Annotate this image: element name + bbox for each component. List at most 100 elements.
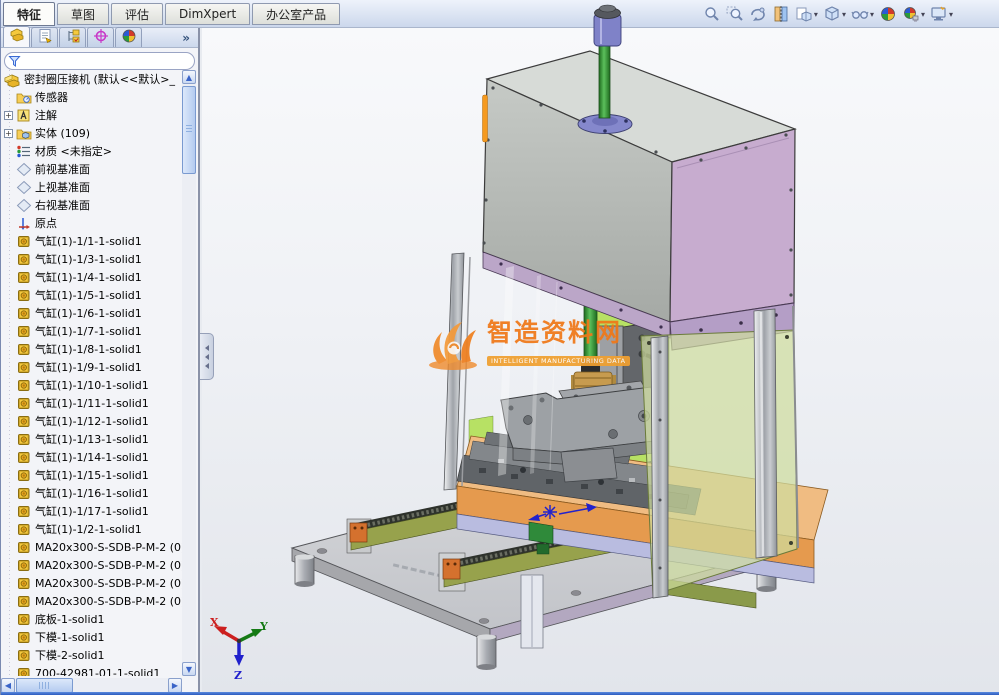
zoom-to-fit-icon[interactable] (702, 3, 722, 25)
scroll-left-button[interactable]: ◀ (1, 678, 15, 693)
tree-item[interactable]: 气缸(1)-1/7-1-solid1 (1, 322, 182, 340)
annotations-icon (16, 108, 32, 123)
hide-show-items-icon[interactable]: ▾ (850, 3, 875, 25)
tree-item-label: 传感器 (35, 89, 68, 105)
vertical-scroll-thumb[interactable] (182, 86, 196, 174)
panel-splitter-handle[interactable] (200, 333, 214, 380)
tree-item[interactable]: 前视基准面 (1, 160, 182, 178)
zoom-to-area-icon[interactable] (725, 3, 745, 25)
tree-item[interactable]: 气缸(1)-1/14-1-solid1 (1, 448, 182, 466)
solid-body-icon (16, 558, 32, 573)
tree-item[interactable]: 气缸(1)-1/13-1-solid1 (1, 430, 182, 448)
tree-item[interactable]: 气缸(1)-1/12-1-solid1 (1, 412, 182, 430)
tree-filter-input[interactable] (4, 52, 195, 70)
expand-toggle[interactable]: + (4, 111, 13, 120)
tree-item[interactable]: 下模-1-solid1 (1, 628, 182, 646)
tree-item[interactable]: MA20x300-S-SDB-P-M-2 (0) (1, 574, 182, 592)
expand-toggle[interactable]: + (4, 129, 13, 138)
feature-manager-panel: » 密封圈压接机 (默认<<默认>_传感器+注解+实体 (109)材质 <未指定… (1, 28, 200, 695)
tree-item[interactable]: 气缸(1)-1/10-1-solid1 (1, 376, 182, 394)
section-view-icon[interactable] (771, 3, 791, 25)
triad-x-label: X (210, 616, 219, 629)
plane-icon (16, 198, 32, 213)
solid-body-icon (16, 522, 32, 537)
display-style-icon[interactable]: ▾ (822, 3, 847, 25)
tree-item-label: 上视基准面 (35, 179, 90, 195)
machine-hood (482, 5, 795, 322)
tree-horizontal-scrollbar[interactable]: ◀ ▶ (1, 678, 182, 693)
apply-scene-icon[interactable] (878, 3, 898, 25)
tree-vertical-scrollbar[interactable]: ▲ ▼ (182, 70, 196, 676)
ribbon-tab-0[interactable]: 特征 (3, 2, 55, 26)
scroll-down-button[interactable]: ▼ (182, 662, 196, 676)
tree-item-label: 气缸(1)-1/15-1-solid1 (35, 467, 149, 483)
ribbon-tab-4[interactable]: 办公室产品 (252, 3, 340, 25)
rotate-view-icon[interactable] (748, 3, 768, 25)
tree-item[interactable]: MA20x300-S-SDB-P-M-2 (0) (1, 538, 182, 556)
dimxpertmanager-tab-tab[interactable] (87, 27, 114, 47)
tree-item[interactable]: 气缸(1)-1/5-1-solid1 (1, 286, 182, 304)
mate-annotation (528, 503, 597, 521)
ribbon-tab-2[interactable]: 评估 (111, 3, 163, 25)
tree-item[interactable]: +注解 (1, 106, 182, 124)
scroll-up-button[interactable]: ▲ (182, 70, 196, 84)
tree-item[interactable]: +实体 (109) (1, 124, 182, 142)
solid-body-icon (16, 432, 32, 447)
dropdown-arrow-icon[interactable]: ▾ (870, 10, 874, 19)
tree-item[interactable]: 气缸(1)-1/6-1-solid1 (1, 304, 182, 322)
tree-item-label: 气缸(1)-1/2-1-solid1 (35, 521, 142, 537)
tree-item[interactable]: 气缸(1)-1/2-1-solid1 (1, 520, 182, 538)
ribbon-tab-3[interactable]: DimXpert (165, 3, 250, 25)
dropdown-arrow-icon[interactable]: ▾ (814, 10, 818, 19)
tree-item[interactable]: 气缸(1)-1/15-1-solid1 (1, 466, 182, 484)
tree-item[interactable]: 气缸(1)-1/16-1-solid1 (1, 484, 182, 502)
tree-item[interactable]: 气缸(1)-1/11-1-solid1 (1, 394, 182, 412)
tree-item[interactable]: 气缸(1)-1/9-1-solid1 (1, 358, 182, 376)
machine-base-plate (292, 466, 801, 642)
scroll-right-button[interactable]: ▶ (168, 678, 182, 693)
propertymanager-tab-tab[interactable] (31, 27, 58, 47)
tree-item[interactable]: 气缸(1)-1/17-1-solid1 (1, 502, 182, 520)
tree-item[interactable]: 气缸(1)-1/3-1-solid1 (1, 250, 182, 268)
tree-item[interactable]: 右视基准面 (1, 196, 182, 214)
solid-body-icon (16, 414, 32, 429)
triad-y-label: Y (259, 620, 268, 633)
tree-item[interactable]: 材质 <未指定> (1, 142, 182, 160)
tree-item[interactable]: 气缸(1)-1/8-1-solid1 (1, 340, 182, 358)
featuremanager-tab-tab[interactable] (3, 26, 30, 47)
triad-z-label: Z (234, 669, 242, 682)
solid-bodies-folder-icon (16, 126, 32, 141)
horizontal-scroll-thumb[interactable] (16, 678, 73, 693)
tree-item-label: 气缸(1)-1/6-1-solid1 (35, 305, 142, 321)
tree-item[interactable]: 700-42981-01-1-solid1 (1, 664, 182, 676)
tree-item[interactable]: 传感器 (1, 88, 182, 106)
tree-item-label: 气缸(1)-1/17-1-solid1 (35, 503, 149, 519)
filter-funnel-icon (8, 55, 21, 68)
tree-item[interactable]: 气缸(1)-1/1-1-solid1 (1, 232, 182, 250)
configurationmanager-tab-tab[interactable] (59, 27, 86, 47)
displaymanager-tab-tab[interactable] (115, 27, 142, 47)
edit-appearance-icon[interactable]: ▾ (901, 3, 926, 25)
dropdown-arrow-icon[interactable]: ▾ (842, 10, 846, 19)
feature-tree: 密封圈压接机 (默认<<默认>_传感器+注解+实体 (109)材质 <未指定>前… (1, 70, 182, 676)
tree-root-item[interactable]: 密封圈压接机 (默认<<默认>_ (1, 70, 182, 88)
tree-item[interactable]: 上视基准面 (1, 178, 182, 196)
solid-body-icon (16, 648, 32, 663)
manager-overflow-chevron[interactable]: » (182, 31, 190, 45)
tree-item-label: 下模-2-solid1 (35, 647, 105, 663)
dropdown-arrow-icon[interactable]: ▾ (949, 10, 953, 19)
view-settings-icon[interactable]: ▾ (929, 3, 954, 25)
ribbon-tab-1[interactable]: 草图 (57, 3, 109, 25)
tree-item-label: 气缸(1)-1/11-1-solid1 (35, 395, 149, 411)
tree-item-label: 气缸(1)-1/3-1-solid1 (35, 251, 142, 267)
dropdown-arrow-icon[interactable]: ▾ (921, 10, 925, 19)
watermark-title: 智造资料网 (487, 318, 630, 348)
solid-body-icon (16, 306, 32, 321)
tree-item[interactable]: MA20x300-S-SDB-P-M-2 (0) (1, 592, 182, 610)
tree-item[interactable]: 原点 (1, 214, 182, 232)
tree-item[interactable]: 底板-1-solid1 (1, 610, 182, 628)
tree-item[interactable]: 下模-2-solid1 (1, 646, 182, 664)
tree-item[interactable]: 气缸(1)-1/4-1-solid1 (1, 268, 182, 286)
view-orientation-icon[interactable]: ▾ (794, 3, 819, 25)
tree-item[interactable]: MA20x300-S-SDB-P-M-2 (0) (1, 556, 182, 574)
